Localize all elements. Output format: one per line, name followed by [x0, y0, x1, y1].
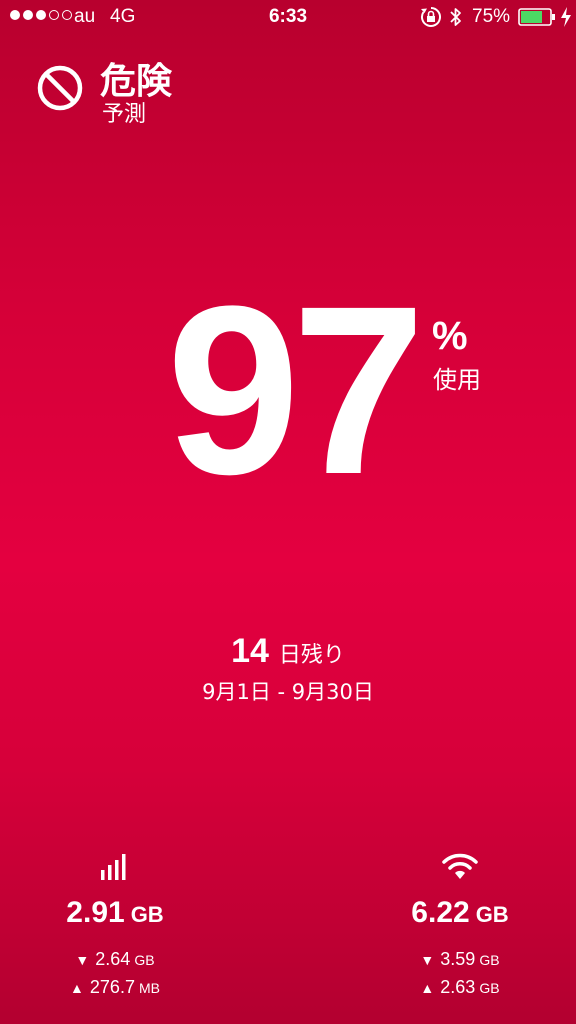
upload-arrow-icon: ▲: [420, 980, 435, 996]
upload-arrow-icon: ▲: [70, 980, 84, 996]
cellular-upload: ▲ 276.7 MB: [15, 974, 215, 1002]
download-arrow-icon: ▼: [75, 952, 90, 968]
used-label: 使用: [433, 366, 481, 394]
cellular-upload-value: 276.7: [89, 977, 135, 997]
percent-sign: %: [432, 314, 468, 358]
charging-icon: [561, 7, 571, 27]
cellular-download-unit: GB: [134, 952, 155, 968]
wifi-total-unit: GB: [475, 902, 509, 927]
wifi-download: ▼ 3.59 GB: [360, 946, 560, 974]
status-bar: au 4G 6:33 75%: [0, 0, 576, 36]
battery-icon: [518, 8, 555, 26]
days-remaining-value: 14: [231, 632, 269, 670]
rotation-lock-icon: [421, 7, 441, 27]
usage-percent-value: 97: [166, 256, 426, 524]
wifi-usage: 6.22 GB ▼ 3.59 GB ▲ 2.63 GB: [360, 848, 560, 1002]
days-remaining-label: 日残り: [278, 643, 345, 668]
bluetooth-icon: [450, 8, 461, 26]
battery-percentage: 75%: [472, 6, 511, 27]
prohibited-icon: [37, 65, 83, 111]
wifi-upload: ▲ 2.63 GB: [360, 974, 560, 1002]
days-remaining: 14 日残り: [0, 632, 576, 671]
wifi-download-unit: GB: [479, 952, 500, 968]
wifi-total-value: 6.22: [411, 896, 470, 929]
wifi-download-value: 3.59: [440, 949, 476, 969]
wifi-detail: ▼ 3.59 GB ▲ 2.63 GB: [360, 946, 560, 1002]
billing-period: 9月1日 - 9月30日: [202, 680, 374, 704]
download-arrow-icon: ▼: [420, 952, 435, 968]
cellular-download-value: 2.64: [95, 949, 131, 969]
wifi-upload-value: 2.63: [440, 977, 476, 997]
cellular-detail: ▼ 2.64 GB ▲ 276.7 MB: [15, 946, 215, 1002]
alert-subtitle: 予測: [102, 102, 147, 127]
wifi-icon: [442, 853, 478, 879]
cellular-download: ▼ 2.64 GB: [15, 946, 215, 974]
cellular-upload-unit: MB: [138, 980, 160, 996]
cellular-total-unit: GB: [130, 902, 164, 927]
cellular-total-value: 2.91: [66, 896, 125, 929]
wifi-total: 6.22 GB: [360, 896, 560, 930]
wifi-upload-unit: GB: [479, 980, 500, 996]
cellular-bars-icon: [101, 854, 126, 880]
cellular-usage: 2.91 GB ▼ 2.64 GB ▲ 276.7 MB: [15, 848, 215, 1002]
cellular-total: 2.91 GB: [15, 896, 215, 930]
